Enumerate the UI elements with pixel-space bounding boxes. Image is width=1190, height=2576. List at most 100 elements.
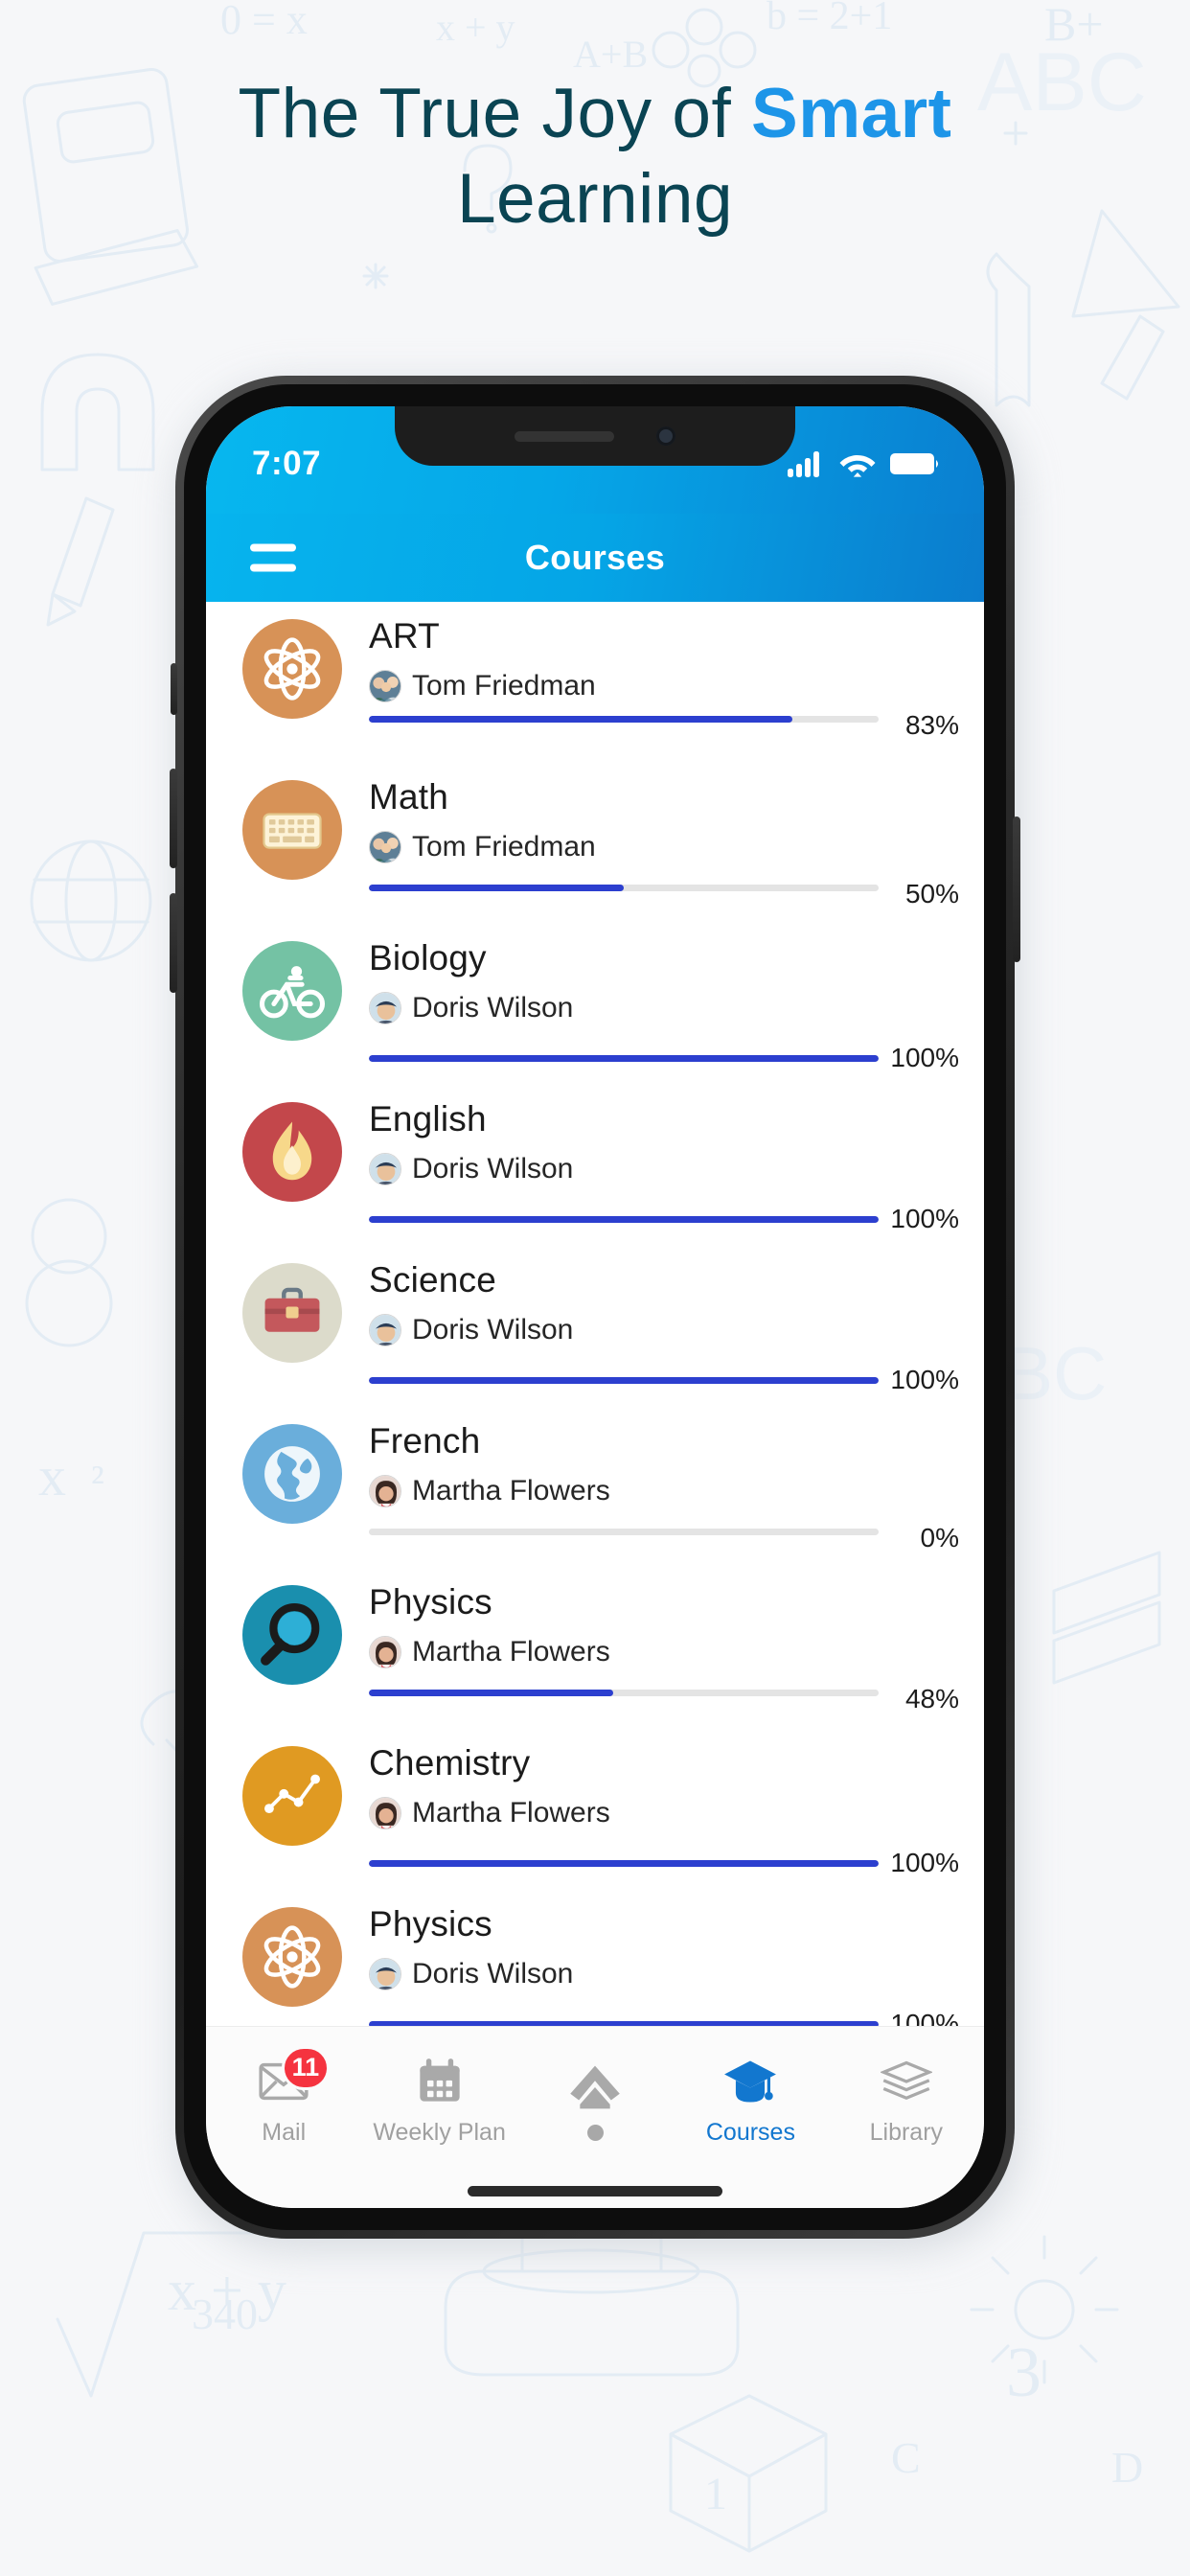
course-body: Math Tom Friedman 50% — [369, 763, 984, 924]
bottom-navigation[interactable]: 11 Mail Weekly Plan Courses Library — [206, 2026, 984, 2166]
home-indicator-dot — [586, 2124, 604, 2141]
progress-track — [369, 1859, 879, 1867]
course-row[interactable]: French Martha Flowers 0% — [206, 1407, 984, 1568]
progress-fill — [369, 1054, 879, 1062]
course-list[interactable]: ART Tom Friedman 83% Math Tom Friedman 5… — [206, 602, 984, 2026]
course-row[interactable]: English Doris Wilson 100% — [206, 1085, 984, 1246]
front-camera-icon — [656, 426, 675, 446]
course-title: Physics — [369, 1582, 492, 1622]
nav-item-library[interactable]: Library — [829, 2047, 984, 2147]
svg-text:D: D — [1111, 2443, 1143, 2492]
progress-fill — [369, 884, 624, 891]
progress-fill — [369, 1376, 879, 1384]
phone-screen: 7:07 Courses ART Tom Friedman 83% Math T… — [206, 406, 984, 2208]
course-teacher: Tom Friedman — [369, 669, 984, 702]
course-row[interactable]: Science Doris Wilson 100% — [206, 1246, 984, 1407]
nav-item-mail[interactable]: 11 Mail — [206, 2045, 361, 2147]
svg-text:0 = x: 0 = x — [220, 0, 308, 43]
course-title: Physics — [369, 1904, 492, 1944]
phone-button-silent[interactable] — [171, 663, 177, 715]
line-chart-icon — [242, 1746, 342, 1846]
teacher-name: Martha Flowers — [412, 1796, 610, 1828]
progress-track — [369, 715, 879, 723]
course-row[interactable]: Math Tom Friedman 50% — [206, 763, 984, 924]
app-bar: Courses — [206, 514, 984, 602]
phone-notch — [395, 406, 795, 466]
course-body: English Doris Wilson 100% — [369, 1085, 984, 1246]
progress-label: 0% — [920, 1523, 959, 1552]
course-row[interactable]: Physics Doris Wilson 100% — [206, 1890, 984, 2026]
nav-item-courses[interactable]: Courses — [673, 2047, 828, 2147]
graduation-cap-icon[interactable] — [723, 2055, 777, 2108]
svg-text:²: ² — [91, 1456, 104, 1505]
phone-button-volume-down[interactable] — [170, 893, 177, 993]
course-row[interactable]: Chemistry Martha Flowers 100% — [206, 1729, 984, 1890]
svg-text:b = 2+1: b = 2+1 — [767, 0, 892, 38]
hero-headline-accent: Smart — [751, 75, 952, 152]
briefcase-icon — [242, 1263, 342, 1363]
svg-text:x + y: x + y — [436, 6, 515, 49]
course-body: ART Tom Friedman 83% — [369, 602, 984, 763]
atom-icon — [242, 619, 342, 719]
nav-label: Library — [869, 2118, 944, 2146]
battery-icon — [890, 453, 938, 474]
phone-button-volume-up[interactable] — [170, 769, 177, 868]
course-body: Physics Martha Flowers 48% — [369, 1568, 984, 1729]
home-indicator[interactable] — [468, 2185, 722, 2196]
course-teacher: Doris Wilson — [369, 1152, 984, 1185]
course-progress: 83% — [369, 703, 984, 740]
mail-icon[interactable]: 11 — [259, 2045, 331, 2108]
avatar — [369, 1796, 401, 1829]
progress-track — [369, 1528, 879, 1535]
course-row[interactable]: ART Tom Friedman 83% — [206, 602, 984, 763]
teacher-name: Martha Flowers — [412, 1474, 610, 1506]
calendar-icon[interactable] — [417, 2055, 463, 2108]
nav-label: Courses — [705, 2118, 795, 2146]
books-icon[interactable] — [880, 2055, 932, 2108]
teacher-name: Doris Wilson — [412, 1313, 574, 1346]
svg-text:B+: B+ — [1044, 0, 1104, 51]
magnifier-icon — [242, 1585, 342, 1685]
progress-fill — [369, 1689, 614, 1696]
avatar — [369, 830, 401, 863]
course-progress: 100% — [369, 1204, 984, 1234]
signal-icon — [788, 451, 819, 477]
phone-mockup: 7:07 Courses ART Tom Friedman 83% Math T… — [170, 376, 1020, 2248]
progress-label: 48% — [904, 1684, 959, 1714]
hamburger-menu-icon[interactable] — [250, 543, 296, 572]
hamburger-line-2 — [250, 564, 296, 572]
hamburger-line-1 — [250, 543, 296, 552]
course-body: French Martha Flowers 0% — [369, 1407, 984, 1568]
progress-label: 50% — [904, 879, 959, 908]
course-body: Biology Doris Wilson 100% — [369, 924, 984, 1085]
flame-icon — [242, 1102, 342, 1202]
course-progress: 48% — [369, 1677, 984, 1714]
nav-item-home[interactable] — [517, 2053, 673, 2141]
progress-track — [369, 1054, 879, 1062]
course-progress: 100% — [369, 1043, 984, 1073]
avatar — [369, 669, 401, 702]
avatar — [369, 1957, 401, 1990]
course-title: Chemistry — [369, 1743, 531, 1782]
progress-track — [369, 1376, 879, 1384]
phone-button-power[interactable] — [1013, 816, 1020, 962]
progress-fill — [369, 715, 792, 723]
progress-fill — [369, 2020, 879, 2026]
svg-text:A+B: A+B — [573, 33, 648, 76]
teacher-name: Doris Wilson — [412, 1957, 574, 1990]
course-progress: 100% — [369, 1848, 984, 1878]
avatar — [369, 1152, 401, 1185]
course-teacher: Martha Flowers — [369, 1635, 984, 1668]
nav-item-weekly-plan[interactable]: Weekly Plan — [361, 2047, 516, 2147]
home-icon[interactable] — [568, 2060, 622, 2114]
course-row[interactable]: Biology Doris Wilson 100% — [206, 924, 984, 1085]
course-progress: 0% — [369, 1516, 984, 1552]
hero-headline-part1: The True Joy of — [238, 75, 752, 152]
teacher-name: Martha Flowers — [412, 1635, 610, 1668]
progress-label: 100% — [890, 1204, 959, 1233]
hero-headline-line2: Learning — [456, 160, 734, 239]
course-row[interactable]: Physics Martha Flowers 48% — [206, 1568, 984, 1729]
progress-track — [369, 1215, 879, 1223]
teacher-name: Doris Wilson — [412, 991, 574, 1024]
progress-fill — [369, 1859, 879, 1867]
